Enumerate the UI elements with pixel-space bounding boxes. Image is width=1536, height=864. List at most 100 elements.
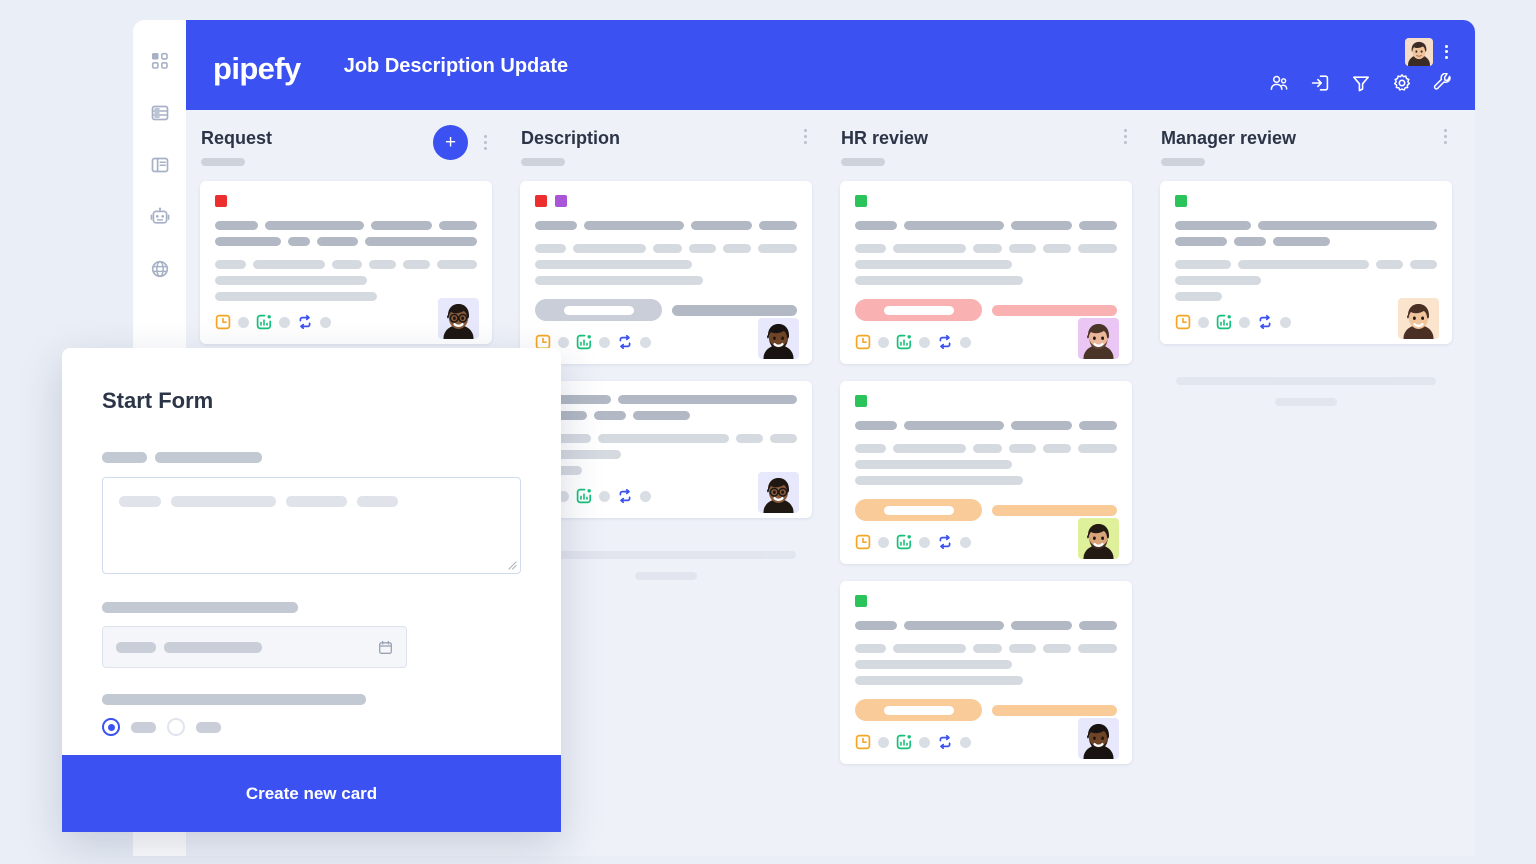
skeleton-line: [1011, 221, 1072, 230]
skeleton-line: [215, 221, 258, 230]
kebab-dot: [1444, 50, 1448, 53]
sidebar-item-database[interactable]: [147, 100, 173, 126]
card-text-line: [535, 276, 797, 285]
footer-count-dot: [960, 536, 971, 548]
card-text-line: [1175, 237, 1437, 246]
column-header: HR review: [826, 123, 1146, 181]
repeat-flow-icon: [1257, 314, 1273, 330]
resize-handle-icon[interactable]: [508, 561, 517, 570]
skeleton-line: [332, 260, 362, 269]
skeleton-line: [535, 260, 693, 269]
skeleton-line: [1011, 421, 1072, 430]
column-more-options-button[interactable]: [1438, 125, 1452, 147]
due-date-pill-inner: [883, 305, 954, 315]
skeleton-line: [855, 276, 1023, 285]
card-text-line: [1175, 276, 1437, 285]
start-form-modal: Start Form Create new card: [62, 348, 561, 832]
card-label-chip[interactable]: [215, 195, 227, 207]
column-subtitle-skeleton: [521, 158, 565, 166]
card-text-line: [535, 260, 797, 269]
card-text-line: [535, 411, 797, 420]
card-label-chip[interactable]: [855, 195, 867, 207]
card-label-chip[interactable]: [555, 195, 567, 207]
avatar[interactable]: [1405, 37, 1433, 66]
column-more-options-button[interactable]: [798, 125, 812, 147]
date-input[interactable]: [102, 626, 407, 668]
calendar-icon[interactable]: [378, 640, 393, 655]
sidebar-item-automation[interactable]: [147, 204, 173, 230]
footer-count-dot: [279, 316, 290, 328]
radio-option-1[interactable]: [102, 718, 120, 736]
sidebar-item-layout[interactable]: [147, 152, 173, 178]
radio-option-2[interactable]: [167, 718, 185, 736]
column-subtitle-skeleton: [201, 158, 245, 166]
avatar-row: [1405, 37, 1453, 66]
description-textarea[interactable]: [102, 477, 521, 574]
column-more-options-button[interactable]: [478, 132, 492, 154]
repeat-flow-icon: [297, 314, 313, 330]
avatar-man-stubble: [1078, 318, 1119, 359]
sidebar-item-globe[interactable]: [147, 256, 173, 282]
members-icon[interactable]: [1269, 73, 1289, 93]
inbox-arrow-icon[interactable]: [1310, 73, 1330, 93]
skeleton-line: [1175, 237, 1228, 246]
skeleton-line: [855, 421, 898, 430]
skeleton-line: [1077, 244, 1118, 253]
card-label-chip[interactable]: [855, 395, 867, 407]
column-title: Description: [521, 128, 621, 148]
radio-option-label: [131, 721, 156, 733]
gear-icon[interactable]: [1392, 73, 1412, 93]
ghost-line: [536, 551, 796, 559]
clock-late-icon: [855, 734, 871, 750]
repeat-flow-icon: [617, 334, 633, 350]
add-card-button[interactable]: +: [433, 125, 468, 160]
due-date-pill: [855, 499, 983, 521]
skeleton-line: [972, 444, 1003, 453]
column-header-actions: +: [433, 123, 492, 160]
skeleton-line: [855, 621, 898, 630]
avatar-man-beard: [758, 318, 799, 359]
skeleton-line: [736, 434, 764, 443]
card-text-line: [1175, 260, 1437, 269]
create-new-card-button[interactable]: Create new card: [62, 755, 561, 832]
card-text-line: [855, 621, 1117, 630]
wrench-icon[interactable]: [1433, 72, 1453, 93]
card[interactable]: [200, 181, 492, 344]
kebab-dot: [1444, 44, 1448, 48]
header-more-options-button[interactable]: [1439, 43, 1453, 61]
kebab-dot: [1443, 128, 1447, 132]
filter-icon[interactable]: [1351, 73, 1371, 93]
card[interactable]: [840, 381, 1132, 564]
skeleton-line: [164, 641, 262, 653]
card[interactable]: [1160, 181, 1452, 344]
topbar-right: [1269, 20, 1453, 110]
skeleton-line: [215, 292, 378, 301]
kebab-dot: [1444, 55, 1448, 59]
column-more-options-button[interactable]: [1118, 125, 1132, 147]
footer-count-dot: [878, 336, 889, 348]
card-label-chip[interactable]: [855, 595, 867, 607]
card-text-line: [535, 244, 798, 253]
card[interactable]: [840, 581, 1132, 764]
kebab-dot: [803, 140, 807, 144]
skeleton-line: [1009, 444, 1037, 453]
card-due-date: [535, 299, 797, 321]
card[interactable]: [840, 181, 1132, 364]
skeleton-line: [1077, 444, 1118, 453]
card-label-chip[interactable]: [535, 195, 547, 207]
sidebar-item-dashboard[interactable]: [147, 48, 173, 74]
card[interactable]: [520, 381, 812, 518]
card-text-line: [855, 676, 1117, 685]
chart-up-icon: [896, 534, 912, 550]
card-text-line: [215, 260, 477, 269]
radio-group[interactable]: [102, 718, 521, 736]
card-label-chip[interactable]: [1175, 195, 1187, 207]
board-column-manager-review: Manager review: [1146, 123, 1466, 856]
card[interactable]: [520, 181, 812, 364]
card-text-line: [855, 460, 1117, 469]
skeleton-line: [1272, 237, 1331, 246]
skeleton-line: [364, 237, 478, 246]
avatar-woman-glasses: [758, 472, 799, 513]
start-form-body: Start Form: [62, 348, 561, 755]
footer-count-dot: [919, 536, 930, 548]
